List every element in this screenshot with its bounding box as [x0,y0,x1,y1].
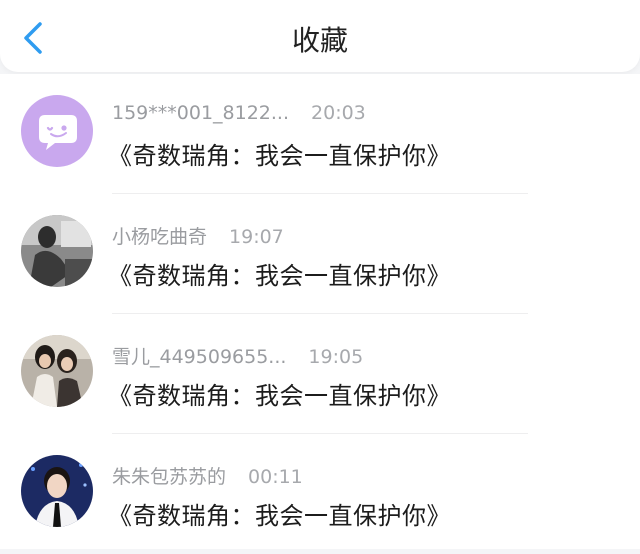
avatar[interactable] [21,335,93,407]
username[interactable]: 159***001_8122... [112,102,289,124]
timestamp: 00:11 [248,466,303,488]
user-photo [21,455,93,527]
item-meta: 朱朱包苏苏的 00:11 [112,462,303,489]
message-text: 《奇数瑞角：我会一直保护你》 [108,142,451,170]
item-meta: 159***001_8122... 20:03 [112,102,366,124]
message-text: 《奇数瑞角：我会一直保护你》 [108,502,451,530]
timestamp: 19:07 [229,226,284,248]
default-chat-avatar-icon [21,95,93,167]
avatar[interactable] [21,215,93,287]
message-text: 《奇数瑞角：我会一直保护你》 [108,262,451,290]
timestamp: 20:03 [311,102,366,124]
item-meta: 小杨吃曲奇 19:07 [112,222,284,249]
timestamp: 19:05 [308,346,364,368]
list-item[interactable]: 雪儿_449509655... 19:05 《奇数瑞角：我会一直保护你》 [0,314,640,434]
user-photo [21,335,93,407]
list-item[interactable]: 小杨吃曲奇 19:07 《奇数瑞角：我会一直保护你》 [0,194,640,314]
avatar[interactable] [21,95,93,167]
user-photo [21,215,93,287]
favorites-list: 159***001_8122... 20:03 《奇数瑞角：我会一直保护你》 小杨… [0,74,640,549]
list-item[interactable]: 朱朱包苏苏的 00:11 《奇数瑞角：我会一直保护你》 [0,434,640,554]
avatar[interactable] [21,455,93,527]
list-item[interactable]: 159***001_8122... 20:03 《奇数瑞角：我会一直保护你》 [0,74,640,194]
username[interactable]: 雪儿_449509655... [112,346,286,368]
top-bar: 收藏 [0,0,640,72]
username[interactable]: 小杨吃曲奇 [112,226,207,248]
username[interactable]: 朱朱包苏苏的 [112,466,226,488]
page-title: 收藏 [291,24,348,57]
item-meta: 雪儿_449509655... 19:05 [112,342,363,369]
message-text: 《奇数瑞角：我会一直保护你》 [108,382,451,410]
